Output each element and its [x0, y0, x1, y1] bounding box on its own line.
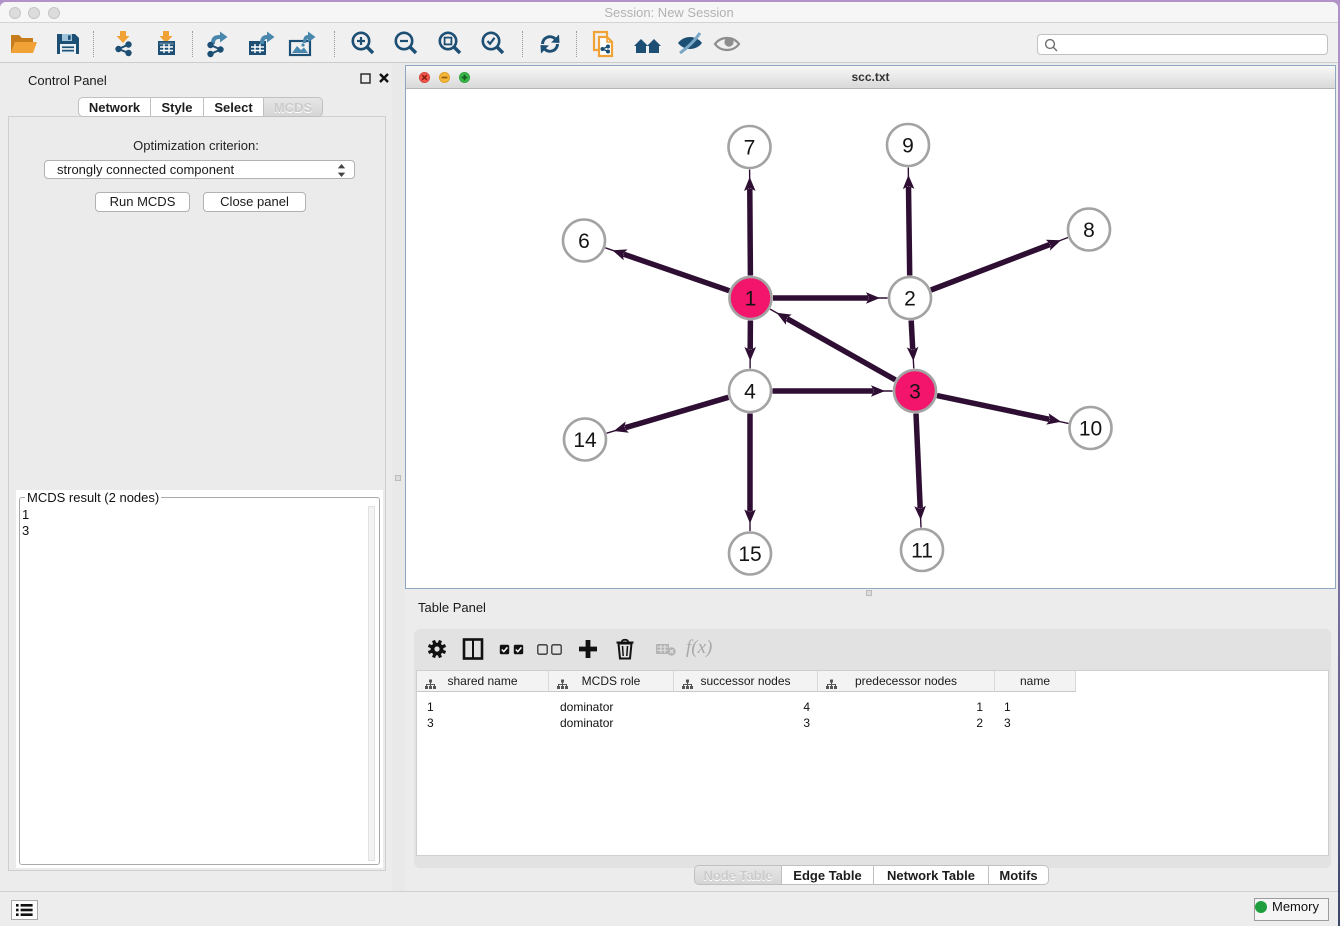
svg-text:9: 9 [902, 134, 914, 157]
svg-text:14: 14 [573, 429, 597, 452]
svg-text:11: 11 [911, 539, 933, 562]
svg-text:10: 10 [1079, 417, 1102, 440]
svg-text:8: 8 [1083, 219, 1095, 242]
svg-text:6: 6 [578, 230, 590, 253]
svg-text:2: 2 [904, 287, 916, 310]
svg-text:3: 3 [909, 380, 921, 403]
svg-text:15: 15 [738, 543, 761, 566]
svg-text:4: 4 [744, 380, 756, 403]
svg-text:7: 7 [744, 136, 756, 159]
svg-text:1: 1 [745, 287, 757, 310]
